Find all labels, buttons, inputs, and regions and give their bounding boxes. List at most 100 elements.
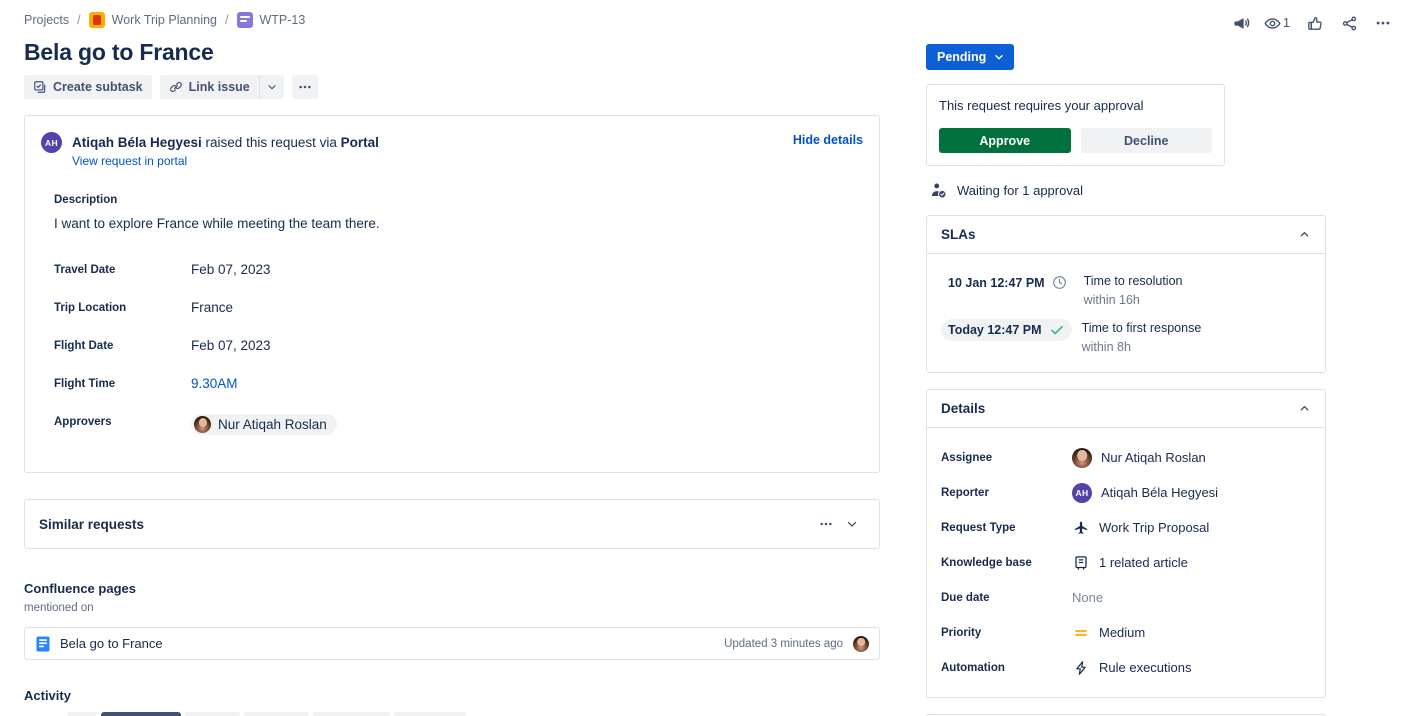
feedback-megaphone-icon[interactable] <box>1226 9 1256 37</box>
issue-detail-page: Projects / Work Trip Planning / WTP-13 1… <box>0 0 1416 716</box>
activity-filter-work-log[interactable]: Work log <box>244 712 310 716</box>
link-issue-dropdown-button[interactable] <box>258 75 284 99</box>
approval-buttons: Approve Decline <box>939 128 1212 153</box>
detail-label: Due date <box>941 591 990 604</box>
breadcrumb-separator-2: / <box>225 13 229 27</box>
assignee-avatar <box>1072 447 1092 468</box>
breadcrumb-project[interactable]: Work Trip Planning <box>112 13 217 27</box>
priority-medium-icon <box>1072 625 1090 641</box>
eye-icon <box>1264 15 1281 32</box>
sla-text-block: Time to first response within 8h <box>1082 319 1202 354</box>
service-request-type-icon <box>236 12 253 28</box>
detail-row-reporter: Reporter AH Atiqah Béla Hegyesi <box>927 475 1325 510</box>
sla-time-chip: Today 12:47 PM <box>941 319 1072 341</box>
sla-name: Time to resolution <box>1083 274 1183 288</box>
breadcrumb-separator-1: / <box>77 13 81 27</box>
field-label: Flight Time <box>54 378 116 390</box>
assignee-name: Nur Atiqah Roslan <box>1101 450 1206 465</box>
activity-filter-transitions[interactable]: Transitions <box>313 712 390 716</box>
reporter-value[interactable]: AH Atiqah Béla Hegyesi <box>1067 480 1223 506</box>
detail-row-automation: Automation Rule executions <box>927 650 1325 685</box>
confluence-pages-subtitle: mentioned on <box>24 602 94 614</box>
approver-chip[interactable]: Nur Atiqah Roslan <box>191 414 337 435</box>
priority-value[interactable]: Medium <box>1067 622 1150 644</box>
top-bar: Projects / Work Trip Planning / WTP-13 1 <box>0 0 1416 40</box>
issue-main-column: Bela go to France Create subtask Link is… <box>24 38 880 716</box>
top-actions-toolbar: 1 <box>1226 9 1398 37</box>
request-details-panel: Hide details AH Atiqah Béla Hegyesi rais… <box>24 115 880 473</box>
detail-label: Request Type <box>941 521 1016 534</box>
slas-panel-title: SLAs <box>941 227 976 242</box>
sla-name: Time to first response <box>1081 321 1202 335</box>
detail-label: Reporter <box>941 486 989 499</box>
approve-button[interactable]: Approve <box>939 128 1071 153</box>
clock-icon <box>1052 275 1067 290</box>
thumbs-up-icon[interactable] <box>1300 9 1330 37</box>
book-icon <box>1072 555 1090 571</box>
confluence-page-updated: Updated 3 minutes ago <box>724 637 843 650</box>
field-row-approvers: Approvers Nur Atiqah Roslan <box>41 414 863 452</box>
confluence-pages-section: Confluence pages mentioned on Bela go to… <box>24 581 880 660</box>
field-label: Approvers <box>54 416 112 428</box>
issue-action-bar: Create subtask Link issue <box>24 75 880 99</box>
hide-details-link[interactable]: Hide details <box>793 133 863 147</box>
description-label: Description <box>54 194 118 206</box>
slas-panel: SLAs 10 Jan 12:47 PM Time to resolution … <box>926 215 1326 373</box>
activity-filter-approvals[interactable]: Approvals <box>393 712 466 716</box>
chevron-up-icon[interactable] <box>1298 228 1311 241</box>
activity-filter-bar: Show: All Comments History Work log Tran… <box>24 712 880 716</box>
sla-within: within 8h <box>1081 340 1131 354</box>
plane-icon <box>1072 520 1090 536</box>
activity-filter-all[interactable]: All <box>66 712 97 716</box>
waiting-for-approval-text: Waiting for 1 approval <box>957 183 1083 198</box>
similar-requests-panel: Similar requests <box>24 499 880 549</box>
breadcrumb-issue-key[interactable]: WTP-13 <box>260 13 306 27</box>
chevron-down-icon[interactable] <box>839 511 865 537</box>
more-ellipsis-icon[interactable] <box>1368 9 1398 37</box>
breadcrumb-projects[interactable]: Projects <box>24 13 69 27</box>
reporter-name: Atiqah Béla Hegyesi <box>72 135 202 150</box>
watchers-button[interactable]: 1 <box>1260 9 1296 37</box>
issue-more-actions-button[interactable] <box>291 75 318 99</box>
due-date-value[interactable]: None <box>1067 587 1108 608</box>
sla-time-chip: 10 Jan 12:47 PM <box>941 272 1074 293</box>
details-panel: Details Assignee Nur Atiqah Roslan Repor… <box>926 389 1326 698</box>
confluence-page-name[interactable]: Bela go to France <box>60 636 714 651</box>
activity-section: Activity Show: All Comments History Work… <box>24 688 880 716</box>
knowledge-base-value[interactable]: 1 related article <box>1067 552 1193 574</box>
chevron-up-icon[interactable] <box>1298 402 1311 415</box>
status-badge[interactable]: Pending <box>926 44 1015 70</box>
request-type-value[interactable]: Work Trip Proposal <box>1067 517 1214 539</box>
view-request-in-portal-link[interactable]: View request in portal <box>72 154 379 168</box>
field-row-trip-location: Trip Location France <box>41 300 863 338</box>
detail-label: Priority <box>941 626 982 639</box>
assignee-value[interactable]: Nur Atiqah Roslan <box>1067 445 1211 471</box>
request-field-list: Travel Date Feb 07, 2023 Trip Location F… <box>41 262 863 452</box>
field-value: Feb 07, 2023 <box>191 262 271 277</box>
activity-filter-comments[interactable]: Comments <box>100 712 182 716</box>
field-row-travel-date: Travel Date Feb 07, 2023 <box>41 262 863 300</box>
request-header: AH Atiqah Béla Hegyesi raised this reque… <box>41 132 863 168</box>
confluence-page-row[interactable]: Bela go to France Updated 3 minutes ago <box>24 627 880 660</box>
more-ellipsis-icon[interactable] <box>813 511 839 537</box>
request-type-name: Work Trip Proposal <box>1099 520 1210 535</box>
field-label: Travel Date <box>54 264 116 276</box>
field-value-link[interactable]: 9.30AM <box>191 376 238 391</box>
field-label: Trip Location <box>54 302 127 314</box>
subtask-icon <box>33 80 47 94</box>
approval-panel: This request requires your approval Appr… <box>926 84 1225 166</box>
create-subtask-label: Create subtask <box>53 80 143 94</box>
details-panel-header[interactable]: Details <box>927 390 1325 428</box>
request-channel: Portal <box>340 135 379 150</box>
activity-filter-history[interactable]: History <box>185 712 241 716</box>
share-icon[interactable] <box>1334 9 1364 37</box>
more-ellipsis-icon <box>297 79 313 95</box>
link-issue-button[interactable]: Link issue <box>159 75 259 99</box>
decline-button[interactable]: Decline <box>1080 128 1212 153</box>
create-subtask-button[interactable]: Create subtask <box>24 75 152 99</box>
activity-title: Activity <box>24 688 71 703</box>
automation-value[interactable]: Rule executions <box>1067 657 1197 679</box>
priority-name: Medium <box>1099 625 1146 640</box>
slas-panel-header[interactable]: SLAs <box>927 216 1325 254</box>
issue-sidebar: Pending This request requires your appro… <box>926 44 1326 716</box>
